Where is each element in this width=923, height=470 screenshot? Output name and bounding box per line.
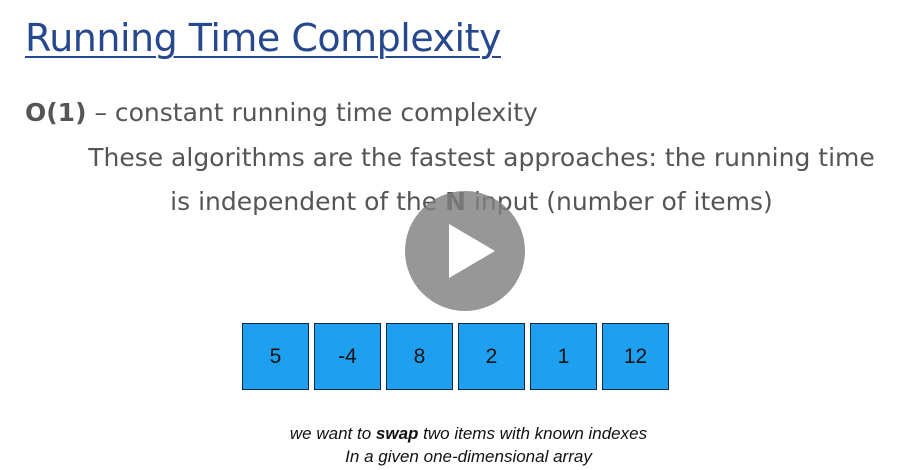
- video-slide: Running Time Complexity O(1) – constant …: [0, 0, 923, 470]
- complexity-notation: O(1): [25, 98, 87, 127]
- array-cell: 12: [602, 323, 669, 390]
- array-cell: -4: [314, 323, 381, 390]
- slide-subtitle: O(1) – constant running time complexity: [25, 98, 538, 127]
- note-line-1-bold: swap: [375, 424, 419, 443]
- array-cell: 1: [530, 323, 597, 390]
- note-line-2: In a given one-dimensional array: [345, 447, 592, 466]
- description-line-1: These algorithms are the fastest approac…: [88, 143, 875, 172]
- play-button[interactable]: [405, 191, 525, 311]
- play-icon: [449, 224, 495, 278]
- description-line-2-pre: is independent of the: [170, 187, 446, 216]
- slide-title: Running Time Complexity: [25, 16, 502, 60]
- subtitle-text: – constant running time complexity: [86, 98, 538, 127]
- note-line-1: we want to swap two items with known ind…: [0, 424, 923, 444]
- array-cell: 8: [386, 323, 453, 390]
- note-line-1-post: two items with known indexes: [418, 424, 648, 443]
- array-cell: 5: [242, 323, 309, 390]
- array-diagram: 5 -4 8 2 1 12: [242, 323, 669, 390]
- note-line-1-pre: we want to: [289, 424, 376, 443]
- array-cell: 2: [458, 323, 525, 390]
